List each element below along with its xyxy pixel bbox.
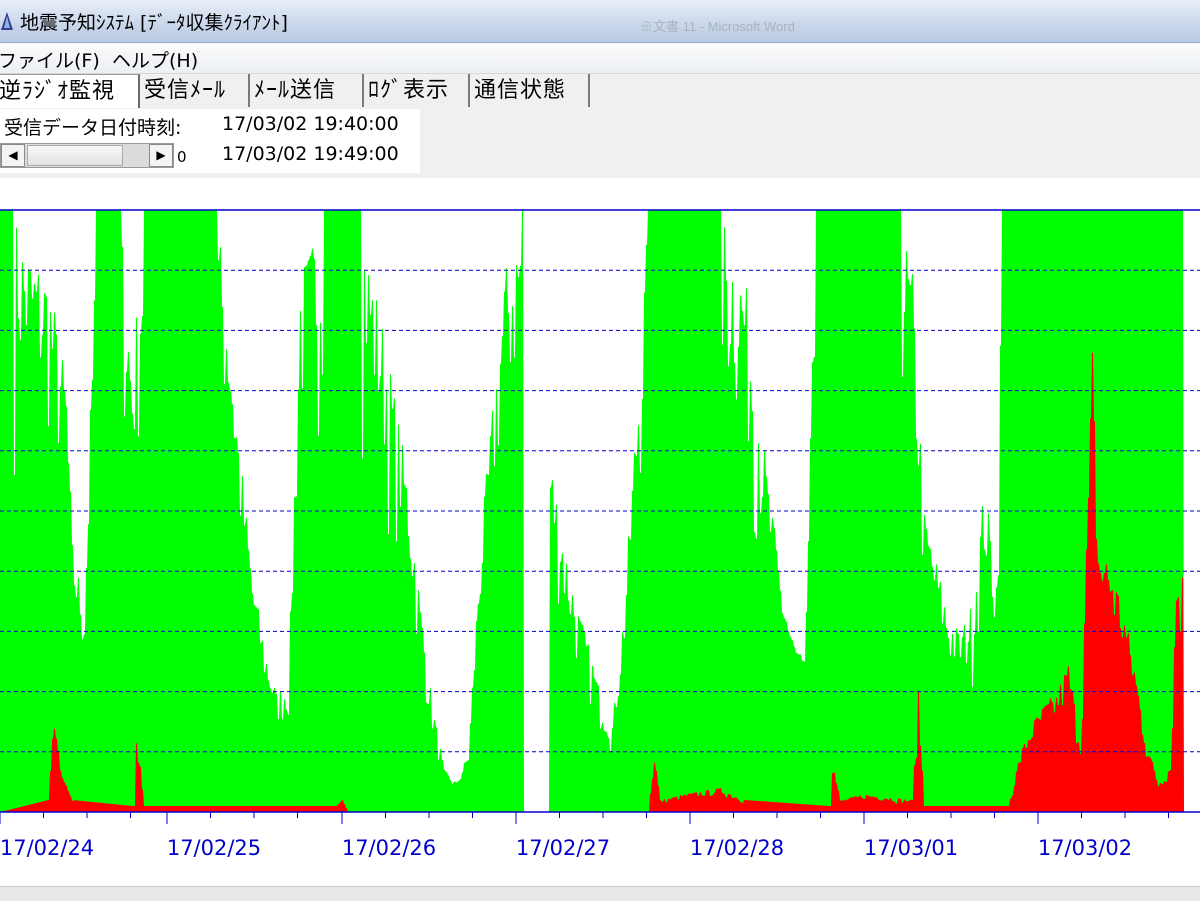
background-window-title: ※文書 11 - Microsoft Word	[640, 19, 795, 34]
x-tick-label: 17/02/24	[0, 836, 94, 860]
menu-file[interactable]: ファイル(F)	[0, 46, 100, 73]
window-title: 地震予知ｼｽﾃﾑ [ﾃﾞｰﾀ収集ｸﾗｲｱﾝﾄ]	[20, 12, 288, 34]
tab-send-mail[interactable]: ﾒｰﾙ送信	[250, 74, 364, 107]
time-start: 17/03/02 19:40:00	[222, 113, 399, 135]
x-tick-label: 17/03/01	[864, 836, 958, 860]
x-tick-label: 17/02/25	[167, 836, 261, 860]
radio-chart: 17/02/24 17/02/25 17/02/26 17/02/27 17/02/28…	[0, 209, 1200, 860]
chart-panel: 17/02/24 17/02/25 17/02/26 17/02/27 17/02/28…	[0, 178, 1200, 890]
time-end: 17/03/02 19:49:00	[222, 143, 399, 165]
x-tick-label: 17/02/28	[690, 836, 784, 860]
scroll-value: 0	[177, 148, 187, 166]
title-bar: 地震予知ｼｽﾃﾑ [ﾃﾞｰﾀ収集ｸﾗｲｱﾝﾄ] ※文書 11 - Microso…	[0, 0, 1200, 43]
x-tick-label: 17/03/02	[1038, 836, 1132, 860]
menu-bar: ファイル(F) ヘルプ(H)	[0, 43, 1200, 74]
x-tick-label: 17/02/27	[516, 836, 610, 860]
menu-help[interactable]: ヘルプ(H)	[112, 46, 198, 73]
tab-bar: 逆ﾗｼﾞｵ監視 受信ﾒｰﾙ ﾒｰﾙ送信 ﾛｸﾞ表示 通信状態	[0, 74, 1200, 108]
scroll-left-arrow-icon[interactable]: ◀	[1, 144, 25, 167]
tab-comm-status[interactable]: 通信状態	[470, 74, 590, 107]
status-strip	[0, 886, 1200, 901]
tab-received-mail[interactable]: 受信ﾒｰﾙ	[140, 74, 250, 107]
scroll-thumb[interactable]	[27, 145, 123, 166]
x-tick-label: 17/02/26	[342, 836, 436, 860]
received-time-label: 受信データ日付時刻:	[4, 117, 182, 139]
tab-reverse-radio[interactable]: 逆ﾗｼﾞｵ監視	[0, 74, 140, 108]
tab-log[interactable]: ﾛｸﾞ表示	[364, 74, 470, 107]
scroll-right-arrow-icon[interactable]: ▶	[149, 144, 173, 167]
time-scrollbar[interactable]: ◀ ▶	[0, 143, 174, 168]
app-icon	[1, 12, 13, 30]
series-green-area	[0, 210, 1200, 812]
